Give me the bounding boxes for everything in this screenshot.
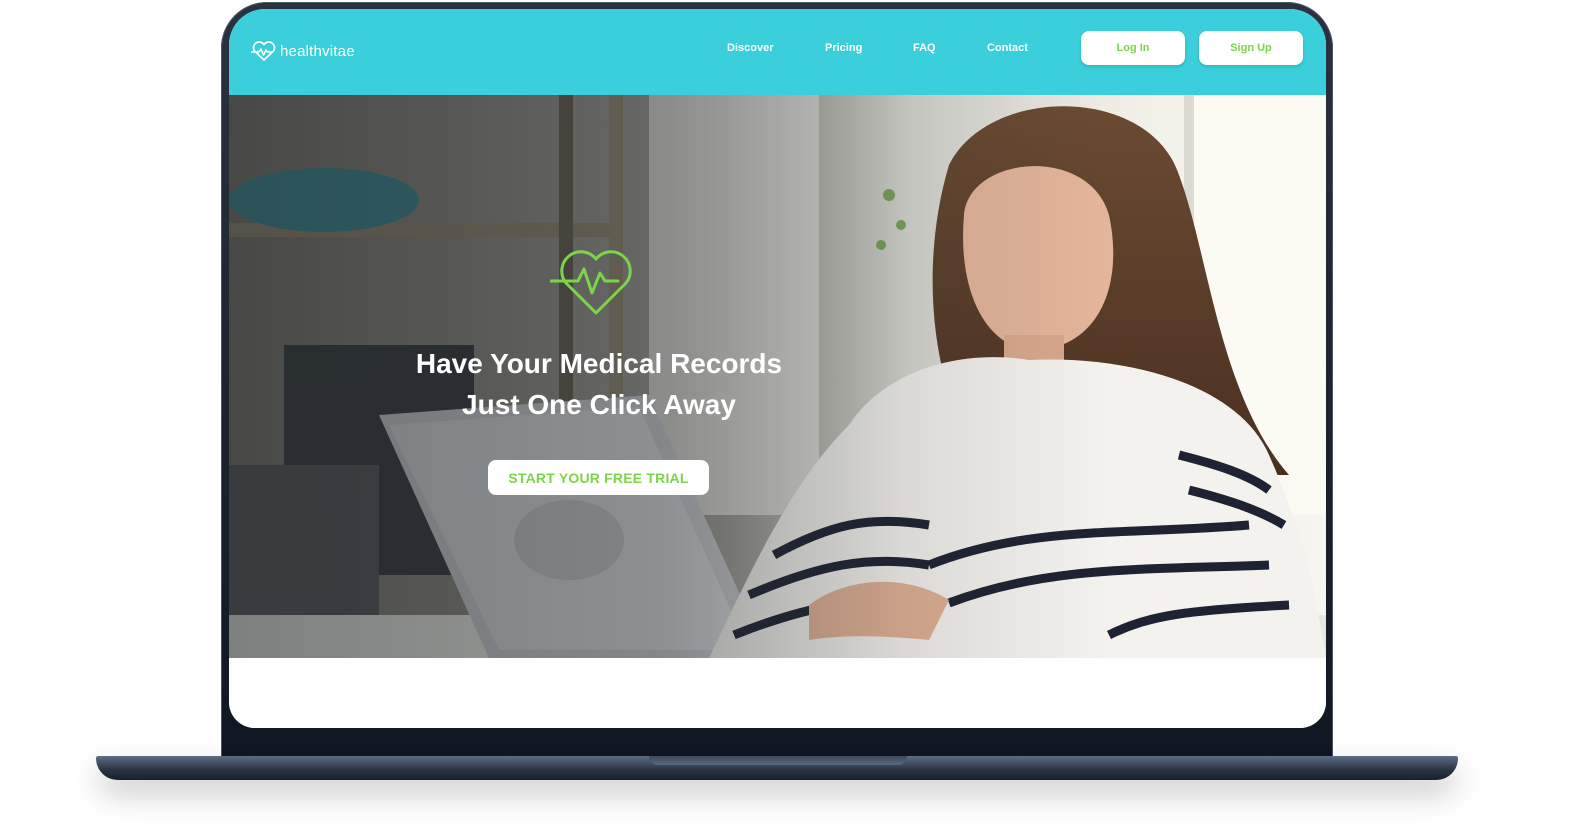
- laptop-hinge-notch: [649, 756, 907, 765]
- content-below-hero: [229, 658, 1326, 728]
- brand-logo[interactable]: healthvitae: [251, 40, 355, 62]
- nav-link-faq[interactable]: FAQ: [913, 42, 936, 54]
- nav-link-discover[interactable]: Discover: [727, 42, 773, 54]
- hero-headline: Have Your Medical Records Just One Click…: [379, 343, 819, 425]
- login-button[interactable]: Log In: [1081, 31, 1185, 65]
- hero-section: Have Your Medical Records Just One Click…: [229, 95, 1326, 658]
- brand-name: healthvitae: [280, 42, 355, 60]
- heart-pulse-icon: [251, 41, 276, 61]
- signup-button[interactable]: Sign Up: [1199, 31, 1303, 65]
- start-free-trial-button[interactable]: START YOUR FREE TRIAL: [488, 460, 709, 495]
- heart-pulse-icon: [550, 250, 632, 315]
- nav-link-pricing[interactable]: Pricing: [825, 42, 862, 54]
- browser-viewport: healthvitae Discover Pricing FAQ Contact…: [229, 9, 1326, 728]
- hero-headline-line-1: Have Your Medical Records: [415, 348, 783, 379]
- top-navbar: healthvitae Discover Pricing FAQ Contact…: [229, 9, 1326, 95]
- hero-headline-line-2: Just One Click Away: [462, 389, 736, 420]
- nav-link-contact[interactable]: Contact: [987, 42, 1028, 54]
